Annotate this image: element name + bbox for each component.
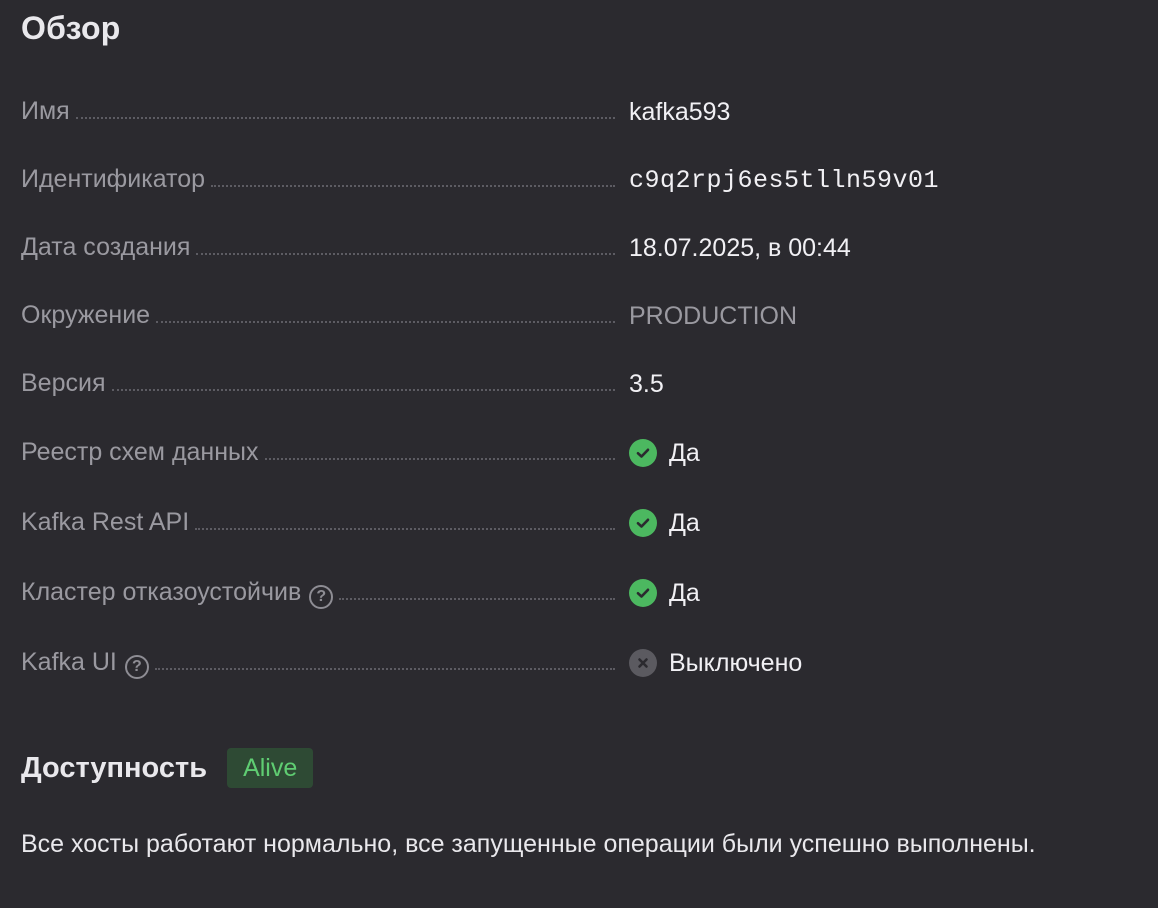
dotted-leader (156, 321, 615, 323)
row-version: Версия 3.5 (21, 350, 1141, 418)
row-label: Окружение (21, 301, 151, 329)
dotted-leader (75, 117, 615, 119)
row-label: Кластер отказоустойчив (21, 578, 302, 606)
dotted-leader (111, 389, 615, 391)
dotted-leader (339, 598, 615, 600)
check-circle-icon (629, 439, 657, 467)
row-environment: Окружение PRODUCTION (21, 282, 1141, 350)
row-fault-tolerant: Кластер отказоустойчив ? Да (21, 558, 1141, 628)
row-schema-registry: Реестр схем данных Да (21, 418, 1141, 488)
row-value: kafka593 (629, 97, 731, 126)
row-label: Версия (21, 369, 106, 397)
row-value: Да (669, 578, 700, 607)
help-icon[interactable]: ? (309, 585, 334, 609)
availability-section: Доступность Alive (21, 748, 314, 788)
cluster-overview-page: Обзор Имя kafka593 Идентификатор c9q2rpj… (0, 0, 1158, 908)
check-circle-icon (629, 579, 657, 607)
row-value: Да (669, 438, 700, 467)
status-badge: Alive (227, 748, 314, 788)
cross-circle-icon (629, 649, 657, 677)
row-value: 18.07.2025, в 00:44 (629, 233, 851, 262)
availability-title: Доступность (21, 751, 208, 784)
dotted-leader (154, 668, 615, 670)
row-value: 3.5 (629, 369, 664, 398)
page-title: Обзор (21, 10, 121, 46)
row-label: Дата создания (21, 233, 191, 261)
row-name: Имя kafka593 (21, 78, 1141, 146)
availability-description: Все хосты работают нормально, все запуще… (21, 830, 1036, 858)
row-kafka-ui: Kafka UI ? Выключено (21, 628, 1141, 698)
help-icon[interactable]: ? (124, 655, 149, 679)
row-identifier: Идентификатор c9q2rpj6es5tlln59v01 (21, 146, 1141, 214)
row-kafka-rest-api: Kafka Rest API Да (21, 488, 1141, 558)
row-label: Идентификатор (21, 165, 206, 193)
dotted-leader (211, 185, 615, 187)
row-label: Kafka UI (21, 648, 117, 676)
row-value[interactable]: c9q2rpj6es5tlln59v01 (629, 146, 939, 214)
row-created-date: Дата создания 18.07.2025, в 00:44 (21, 214, 1141, 282)
row-value: Выключено (669, 648, 803, 677)
dotted-leader (264, 458, 615, 460)
overview-list: Имя kafka593 Идентификатор c9q2rpj6es5tl… (21, 78, 1141, 698)
row-value: Да (669, 508, 700, 537)
check-circle-icon (629, 509, 657, 537)
dotted-leader (195, 528, 615, 530)
dotted-leader (196, 253, 615, 255)
row-value: PRODUCTION (629, 301, 798, 330)
row-label: Kafka Rest API (21, 508, 190, 536)
row-label: Имя (21, 97, 70, 125)
row-label: Реестр схем данных (21, 438, 259, 466)
